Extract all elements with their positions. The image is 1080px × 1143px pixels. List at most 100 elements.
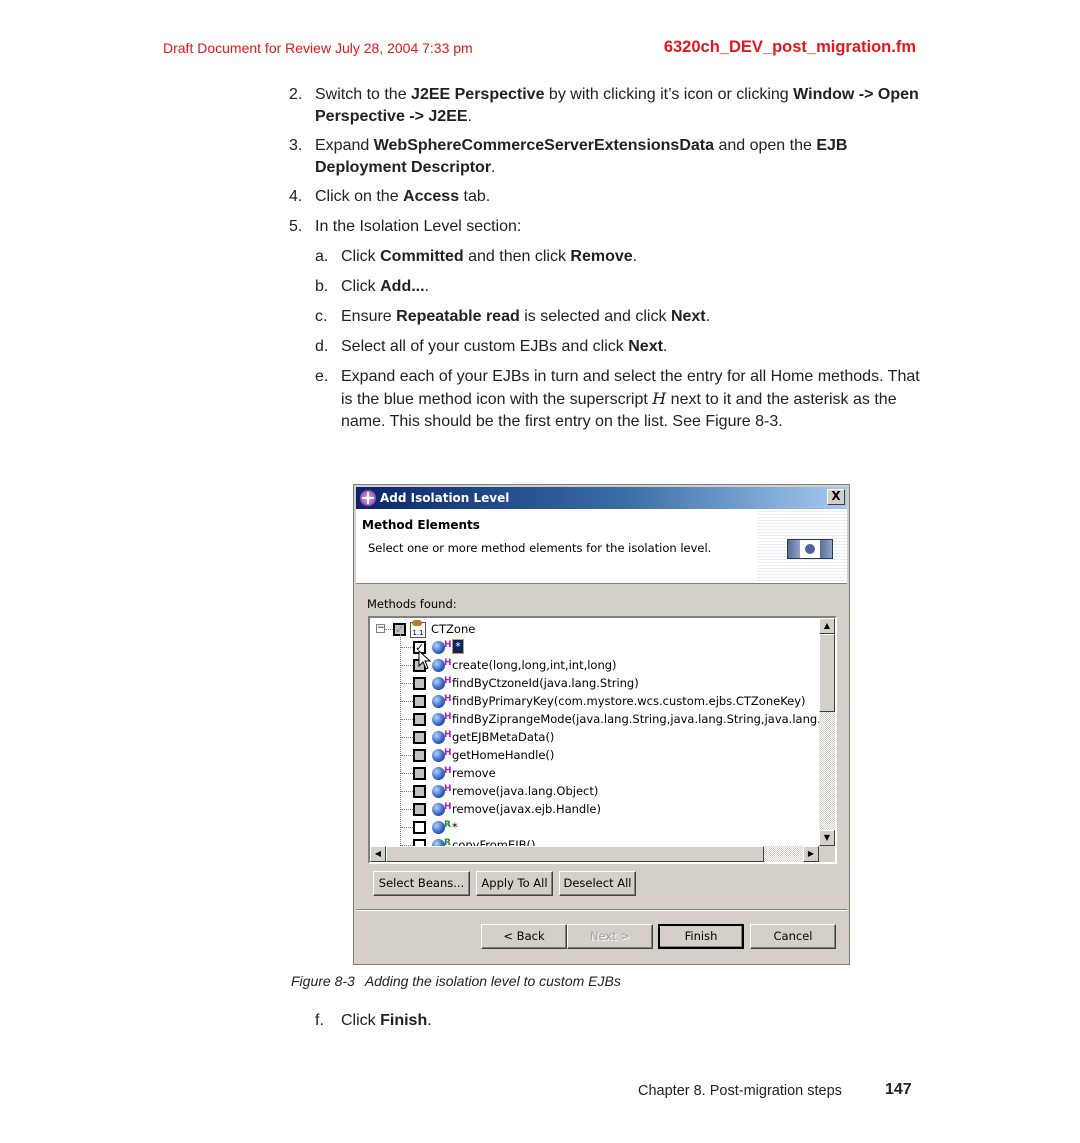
tree-item-row[interactable]: HgetEJBMetaData() xyxy=(370,728,819,746)
method-type-superscript: R xyxy=(444,820,451,830)
tree-line xyxy=(401,647,413,648)
page-number: 147 xyxy=(885,1081,912,1098)
substep-text: Expand each of your EJBs in turn and sel… xyxy=(341,366,920,433)
tree-line xyxy=(385,629,393,630)
home-method-icon: H xyxy=(432,748,452,762)
step-text: Switch to the J2EE Perspective by with c… xyxy=(315,84,919,128)
tree-item-row[interactable]: HfindByZiprangeMode(java.lang.String,jav… xyxy=(370,710,828,728)
text-run: tab. xyxy=(459,188,491,205)
substep-f: f. Click Finish. xyxy=(315,1010,920,1032)
method-type-superscript: H xyxy=(444,640,452,650)
methods-tree[interactable]: − ✓ 1.1 CTZone ✓ H * Hcreate(long,long,int,int,… xyxy=(368,616,837,864)
method-label: remove(java.lang.Object) xyxy=(452,784,599,798)
tree-item-row[interactable]: Hremove xyxy=(370,764,819,782)
finish-button[interactable]: Finish xyxy=(658,924,744,949)
bold-term: Add... xyxy=(380,278,425,295)
substep-text: Click Add.... xyxy=(341,276,920,298)
dialog-titlebar[interactable]: Add Isolation Level X xyxy=(356,487,847,509)
text-run: Switch to the xyxy=(315,86,412,103)
vertical-scroll-thumb[interactable] xyxy=(819,634,835,712)
scroll-right-button[interactable]: ▶ xyxy=(803,846,819,862)
home-method-icon: H xyxy=(432,658,452,672)
tree-item-row[interactable]: HfindByPrimaryKey(com.mystore.wcs.custom… xyxy=(370,692,819,710)
next-button[interactable]: Next > xyxy=(567,924,653,949)
method-checkbox[interactable] xyxy=(413,731,426,744)
method-label: getEJBMetaData() xyxy=(452,730,555,744)
substep-e: e. Expand each of your EJBs in turn and … xyxy=(315,366,920,433)
scroll-corner xyxy=(819,846,835,862)
tree-root-row[interactable]: − ✓ 1.1 CTZone xyxy=(370,620,819,638)
method-checkbox[interactable] xyxy=(413,677,426,690)
substep-letter: f. xyxy=(315,1012,324,1029)
substep-b: b. Click Add.... xyxy=(315,276,920,298)
tree-line xyxy=(401,791,413,792)
scroll-left-button[interactable]: ◀ xyxy=(370,846,386,862)
method-type-superscript: H xyxy=(444,766,452,776)
eclipse-wizard-icon xyxy=(360,490,376,506)
step-3: 3. Expand WebSphereCommerceServerExtensi… xyxy=(289,135,919,179)
substep-c: c. Ensure Repeatable read is selected an… xyxy=(315,306,920,328)
methods-found-label: Methods found: xyxy=(367,597,457,611)
deselect-all-button[interactable]: Deselect All xyxy=(559,871,636,896)
tree-item-row[interactable]: Hcreate(long,long,int,int,long) xyxy=(370,656,819,674)
text-run: . xyxy=(491,159,496,176)
draft-notice: Draft Document for Review July 28, 2004 … xyxy=(163,40,473,56)
step-2: 2. Switch to the J2EE Perspective by wit… xyxy=(289,84,919,128)
scroll-up-button[interactable]: ▲ xyxy=(819,618,835,634)
method-checkbox[interactable] xyxy=(413,821,426,834)
text-run: and then click xyxy=(463,248,571,265)
close-button[interactable]: X xyxy=(827,489,845,505)
home-method-icon: H xyxy=(432,676,452,690)
substep-letter: b. xyxy=(315,278,329,295)
method-label: findByPrimaryKey(com.mystore.wcs.custom.… xyxy=(452,694,806,708)
tree-item-row[interactable]: R * xyxy=(370,818,819,836)
text-run: . xyxy=(427,1012,432,1029)
step-4: 4. Click on the Access tab. xyxy=(289,186,919,208)
tree-item-row[interactable]: HgetHomeHandle() xyxy=(370,746,819,764)
tree-item-row[interactable]: HfindByCtzoneId(java.lang.String) xyxy=(370,674,819,692)
tree-line xyxy=(401,683,413,684)
text-run: . xyxy=(467,108,472,125)
method-type-superscript: H xyxy=(444,802,452,812)
collapse-icon[interactable]: − xyxy=(376,624,385,633)
substep-d: d. Select all of your custom EJBs and cl… xyxy=(315,336,920,358)
bold-term: J2EE Perspective xyxy=(411,86,545,103)
scroll-down-button[interactable]: ▼ xyxy=(819,830,835,846)
horizontal-scroll-thumb[interactable] xyxy=(386,846,764,862)
method-checkbox[interactable] xyxy=(413,695,426,708)
isolation-level-icon xyxy=(787,539,833,559)
remote-method-icon: R xyxy=(432,820,451,834)
step-text: Expand WebSphereCommerceServerExtensions… xyxy=(315,135,919,179)
method-checkbox[interactable] xyxy=(413,803,426,816)
chapter-title: Chapter 8. Post-migration steps xyxy=(638,1083,842,1099)
tree-item-row[interactable]: Hremove(javax.ejb.Handle) xyxy=(370,800,819,818)
dialog-title: Add Isolation Level xyxy=(380,491,510,505)
home-method-icon: H xyxy=(432,766,452,780)
apply-to-all-button[interactable]: Apply To All xyxy=(476,871,553,896)
text-run: Click xyxy=(341,278,381,295)
home-method-icon: H xyxy=(432,730,452,744)
tree-line xyxy=(401,755,413,756)
back-button[interactable]: < Back xyxy=(481,924,567,949)
step-text: In the Isolation Level section: xyxy=(315,216,919,238)
select-beans-button[interactable]: Select Beans... xyxy=(373,871,470,896)
text-run: Select all of your custom EJBs and click xyxy=(341,338,629,355)
wizard-banner: Method Elements Select one or more metho… xyxy=(356,509,847,584)
method-checkbox[interactable] xyxy=(413,767,426,780)
method-label: findByCtzoneId(java.lang.String) xyxy=(452,676,639,690)
method-checkbox[interactable] xyxy=(413,713,426,726)
method-checkbox[interactable] xyxy=(413,785,426,798)
horizontal-scrollbar[interactable]: ◀ ▶ xyxy=(370,846,819,862)
tree-item-row[interactable]: ✓ H * xyxy=(370,638,819,656)
tree-root-label: CTZone xyxy=(431,622,476,636)
tree-line xyxy=(401,809,413,810)
method-checkbox[interactable] xyxy=(413,749,426,762)
text-run: In the Isolation Level section: xyxy=(315,218,522,235)
cancel-button[interactable]: Cancel xyxy=(750,924,836,949)
vertical-scrollbar[interactable]: ▲ ▼ xyxy=(819,618,835,846)
bold-term: Next xyxy=(628,338,663,355)
substep-a: a. Click Committed and then click Remove… xyxy=(315,246,920,268)
home-method-icon: H xyxy=(432,784,452,798)
tree-item-row[interactable]: Hremove(java.lang.Object) xyxy=(370,782,819,800)
method-label: remove(javax.ejb.Handle) xyxy=(452,802,601,816)
